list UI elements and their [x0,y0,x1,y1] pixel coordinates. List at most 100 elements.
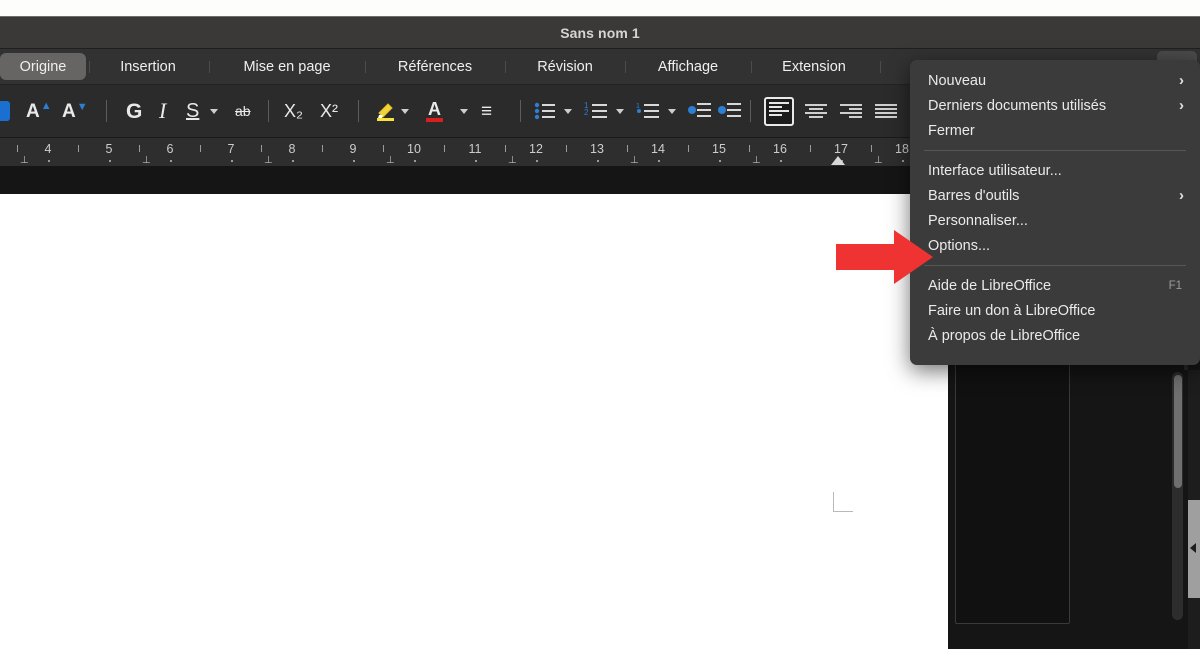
ruler-tab-stop[interactable]: ⊥ [630,156,639,166]
scroll-left-arrow-icon[interactable] [1190,543,1196,553]
align-right-button[interactable] [840,85,862,137]
chevron-down-icon [616,108,624,114]
svg-text:2: 2 [584,108,589,117]
chevron-down-icon [401,108,409,114]
libreoffice-writer-window: Sans nom 1 Origine Insertion Mise en page R… [0,0,1200,649]
ruler-tab-dot [48,160,50,162]
ribbon-tab-extension[interactable]: Extension [755,53,873,80]
menu-item-label: Interface utilisateur... [928,162,1062,179]
align-left-button[interactable] [764,85,794,137]
ruler-tab-stop[interactable]: ⊥ [20,156,29,166]
ruler-tab-stop[interactable]: ⊥ [752,156,761,166]
unordered-list-dropdown[interactable] [564,85,572,137]
character-highlighting-menu[interactable]: ≡ [481,85,492,137]
ruler-tick-label: 4 [44,142,52,156]
italic-button[interactable]: I [159,85,166,137]
ribbon-tab-label: Révision [537,58,593,75]
ordered-list-button[interactable]: 1 2 [584,85,608,137]
align-justify-icon [875,104,897,118]
ruler-tab-stop[interactable]: ⊥ [508,156,517,166]
font-color-glyph: A [428,98,441,119]
decrease-indent-icon [688,103,711,117]
menu-item-barres-d-outils[interactable]: Barres d'outils › [910,183,1200,208]
ruler-tab-stop[interactable]: ⊥ [264,156,273,166]
lines-icon: ≡ [481,100,493,122]
unordered-list-button[interactable] [534,85,556,137]
align-justify-button[interactable] [875,85,897,137]
ribbon-tab-insertion[interactable]: Insertion [93,53,203,80]
underline-dropdown[interactable] [210,85,218,137]
tab-separator [365,61,366,73]
toolbar-separator [106,100,107,122]
font-color-button[interactable]: A [426,85,443,137]
highlight-color-dropdown[interactable] [401,85,409,137]
ruler-tab-dot [353,160,355,162]
chevron-right-icon: › [1179,72,1184,89]
underline-button[interactable]: S [186,85,199,137]
align-center-button[interactable] [805,85,827,137]
bold-button[interactable]: G [126,85,142,137]
font-name-field[interactable] [0,85,10,137]
outline-list-dropdown[interactable] [668,85,676,137]
strikethrough-button[interactable]: ab [235,85,251,137]
font-color-dropdown[interactable] [460,85,468,137]
ruler-tick [322,145,323,152]
ruler-tab-stop[interactable]: ⊥ [386,156,395,166]
menu-item-label: Nouveau [928,72,987,89]
ribbon-tab-origine[interactable]: Origine [0,53,86,80]
ruler-tab-stop[interactable]: ⊥ [142,156,151,166]
menu-item-personnaliser[interactable]: Personnaliser... [910,208,1200,233]
menu-item-aide-de-libreoffice[interactable]: Aide de LibreOffice F1 [910,273,1200,298]
ribbon-tab-mise-en-page[interactable]: Mise en page [213,53,361,80]
superscript-glyph: X² [320,101,338,121]
increase-font-size-button[interactable]: A ▲ [26,85,52,137]
ruler-tab-dot [719,160,721,162]
highlighter-icon [377,103,394,121]
menu-item-fermer[interactable]: Fermer [910,118,1200,143]
ribbon-tab-affichage[interactable]: Affichage [629,53,747,80]
ruler-tick [688,145,689,152]
ruler-tick [383,145,384,152]
ruler-tick [78,145,79,152]
ribbon-tab-r-vision[interactable]: Révision [509,53,621,80]
tab-separator [505,61,506,73]
menu-separator [924,150,1186,151]
bold-glyph: G [126,99,143,123]
subscript-button[interactable]: X₂ [284,85,303,137]
ruler-tab-dot [292,160,294,162]
menu-item-options[interactable]: Options... [910,233,1200,258]
ruler-tab-dot [536,160,538,162]
tab-separator [880,61,881,73]
ruler-tick-label: 6 [166,142,174,156]
increase-indent-button[interactable] [718,85,742,137]
ruler-tick [871,145,872,152]
decrease-font-size-button[interactable]: A ▼ [62,85,88,137]
ribbon-tab-label: Affichage [657,58,719,75]
ordered-list-dropdown[interactable] [616,85,624,137]
ruler-tick-label: 5 [105,142,113,156]
ruler-tab-stop[interactable]: ⊥ [874,156,883,166]
ruler-tab-dot [414,160,416,162]
ruler-tab-dot [780,160,782,162]
highlight-color-button[interactable] [374,85,398,137]
ruler-tick-label: 13 [590,142,604,156]
menu-item-faire-un-don-libreoffice[interactable]: Faire un don à LibreOffice [910,298,1200,323]
ribbon-tab-r-f-rences[interactable]: Références [369,53,501,80]
menu-item-propos-de-libreoffice[interactable]: À propos de LibreOffice [910,323,1200,348]
menu-item-interface-utilisateur[interactable]: Interface utilisateur... [910,158,1200,183]
menu-item-nouveau[interactable]: Nouveau › [910,68,1200,93]
ribbon-tab-label: Extension [782,58,846,75]
chevron-down-icon [210,108,218,114]
align-center-icon [805,104,827,118]
document-page[interactable] [0,194,948,649]
menu-item-derniers-documents-utilis-s[interactable]: Derniers documents utilisés › [910,93,1200,118]
sidebar-scrollbar-thumb[interactable] [1174,375,1182,488]
outline-list-button[interactable]: 1 [636,85,660,137]
menu-item-label: Faire un don à LibreOffice [928,302,1096,319]
menu-item-label: Personnaliser... [928,212,1028,229]
ruler-tick-label: 15 [712,142,726,156]
ruler-tick-label: 7 [227,142,235,156]
superscript-button[interactable]: X² [320,85,338,137]
indent-marker[interactable] [831,156,845,165]
decrease-indent-button[interactable] [688,85,712,137]
